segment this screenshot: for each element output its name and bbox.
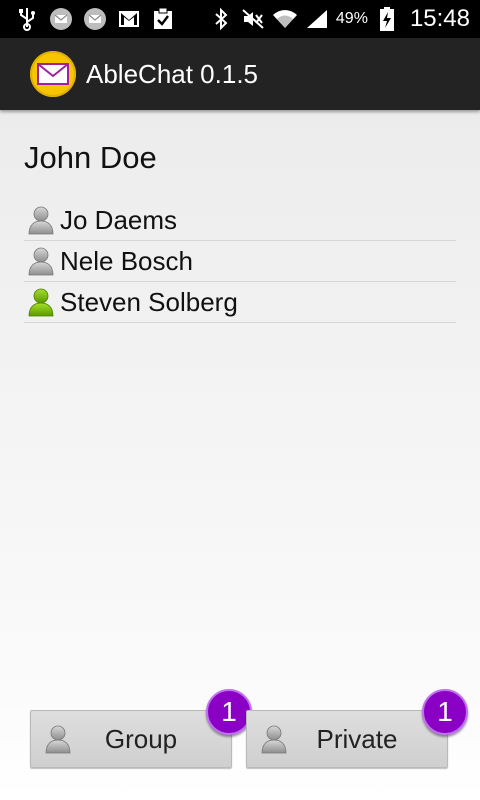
current-user-name: John Doe <box>24 140 157 175</box>
envelope-icon[interactable] <box>30 51 76 97</box>
private-button[interactable]: Private <box>246 710 448 768</box>
private-button-label: Private <box>316 723 398 754</box>
user-name: Nele Bosch <box>60 245 193 276</box>
user-gray-icon <box>28 246 56 276</box>
user-name: Steven Solberg <box>60 286 238 317</box>
status-time: 15:48 <box>409 5 470 32</box>
usb-icon <box>14 6 40 32</box>
wifi-icon <box>272 6 298 32</box>
user-gray-icon <box>28 205 56 235</box>
gmail-icon <box>116 6 142 32</box>
list-item[interactable]: Steven Solberg <box>24 282 456 323</box>
main-content: John Doe Jo Daems Nele Bosch Steven Solb… <box>0 110 480 800</box>
user-list: Jo Daems Nele Bosch Steven Solberg <box>24 200 456 323</box>
battery-charging-icon <box>374 6 400 32</box>
group-button[interactable]: Group <box>30 710 232 768</box>
mute-icon <box>240 6 266 32</box>
user-name: Jo Daems <box>60 204 178 235</box>
user-gray-icon <box>261 722 291 756</box>
battery-percent: 49% <box>335 10 368 27</box>
private-unread-badge: 1 <box>422 689 468 735</box>
mail-icon <box>48 6 74 32</box>
list-item[interactable]: Jo Daems <box>24 200 456 241</box>
status-bar: 49% 15:48 <box>0 0 480 38</box>
clipboard-check-icon <box>150 6 176 32</box>
bluetooth-icon <box>208 6 234 32</box>
app-title: AbleChat 0.1.5 <box>86 58 259 89</box>
signal-icon <box>304 6 330 32</box>
list-item[interactable]: Nele Bosch <box>24 241 456 282</box>
mail-icon <box>82 6 108 32</box>
action-bar: AbleChat 0.1.5 <box>0 38 480 110</box>
user-gray-icon <box>45 722 75 756</box>
group-button-label: Group <box>104 723 178 754</box>
user-green-icon <box>28 287 56 317</box>
